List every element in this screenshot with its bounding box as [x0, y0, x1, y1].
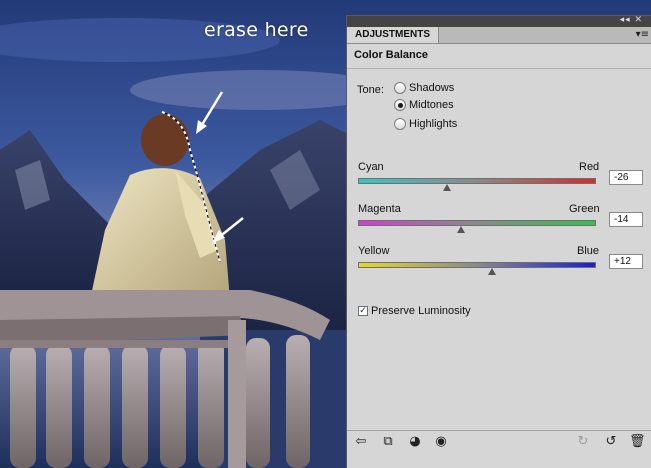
back-arrow-icon[interactable]: ⇦ — [353, 434, 369, 450]
radio-highlights[interactable] — [394, 118, 406, 130]
cyan-label: Cyan — [358, 161, 384, 173]
preserve-luminosity-label: Preserve Luminosity — [371, 305, 471, 317]
magenta-green-slider[interactable] — [358, 220, 596, 226]
radio-midtones[interactable] — [394, 99, 406, 111]
annotation-erase-here: erase here — [204, 19, 309, 41]
trash-icon[interactable]: 🗑 — [629, 434, 646, 450]
panel-tabstrip: ADJUSTMENTS ▾≡ — [347, 27, 651, 44]
magenta-green-thumb[interactable] — [457, 226, 465, 233]
cyan-red-value[interactable]: -26 — [609, 170, 643, 185]
reset-previous-icon[interactable]: ↻ — [575, 434, 591, 450]
green-label: Green — [569, 203, 600, 215]
yellow-blue-slider[interactable] — [358, 262, 596, 268]
clip-to-layer-icon[interactable]: ⧉ — [380, 434, 396, 450]
preserve-luminosity-checkbox[interactable]: ✓ — [358, 306, 368, 316]
magenta-green-value[interactable]: -14 — [609, 212, 643, 227]
view-previous-eye-icon[interactable]: ◉ — [433, 434, 449, 450]
panel-titlebar[interactable]: ◂◂ ✕ — [347, 15, 651, 27]
cyan-red-thumb[interactable] — [443, 184, 451, 191]
bottom-toolbar-divider — [347, 430, 651, 431]
visibility-eye-icon[interactable]: ◕ — [407, 434, 423, 450]
blue-label: Blue — [577, 245, 600, 257]
magenta-label: Magenta — [358, 203, 401, 215]
adjustments-panel: ◂◂ ✕ ADJUSTMENTS ▾≡ Color Balance Tone: … — [346, 15, 651, 468]
cyan-red-slider[interactable] — [358, 178, 596, 184]
divider — [347, 68, 651, 69]
reset-icon[interactable]: ↺ — [603, 434, 619, 450]
shadows-label: Shadows — [409, 82, 455, 94]
midtones-label: Midtones — [409, 99, 454, 111]
tone-label: Tone: — [357, 84, 384, 96]
yellow-label: Yellow — [358, 245, 390, 257]
tab-adjustments[interactable]: ADJUSTMENTS — [347, 27, 440, 43]
collapse-icon[interactable]: ◂◂ ✕ — [620, 15, 643, 25]
adjustment-title: Color Balance — [354, 49, 428, 61]
panel-menu-icon[interactable]: ▾≡ — [636, 29, 649, 40]
highlights-label: Highlights — [409, 118, 458, 130]
yellow-blue-thumb[interactable] — [488, 268, 496, 275]
red-label: Red — [579, 161, 600, 173]
yellow-blue-value[interactable]: +12 — [609, 254, 643, 269]
radio-shadows[interactable] — [394, 82, 406, 94]
